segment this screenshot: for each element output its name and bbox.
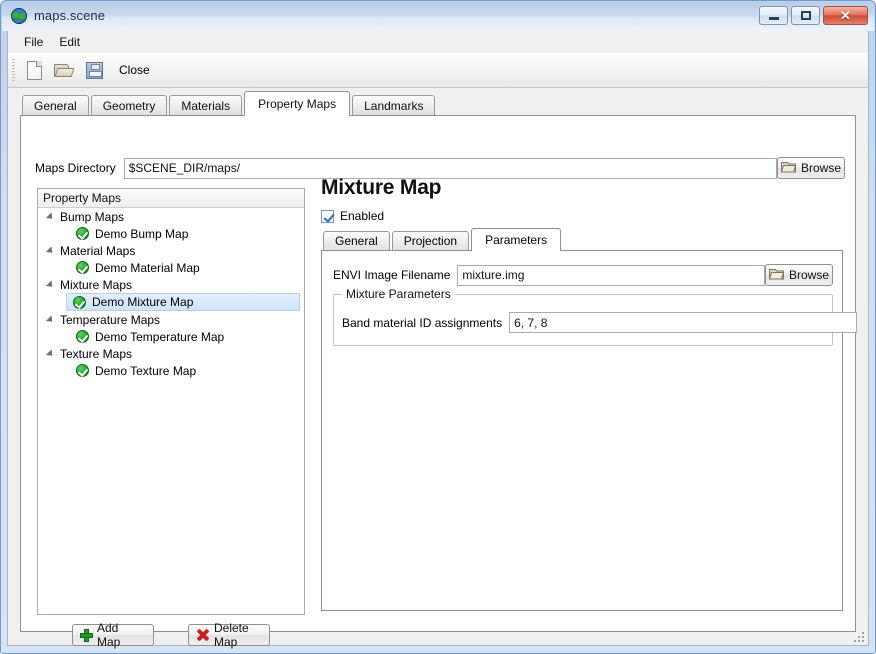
envi-filename-input[interactable] bbox=[457, 265, 765, 286]
enabled-checkbox[interactable] bbox=[321, 210, 334, 223]
open-folder-icon bbox=[769, 267, 784, 283]
tab-general[interactable]: General bbox=[22, 95, 89, 116]
tree-item-demo-bump-map[interactable]: Demo Bump Map bbox=[38, 225, 304, 242]
resize-grip[interactable] bbox=[852, 630, 864, 642]
window-title: maps.scene bbox=[34, 8, 105, 23]
chevron-expanded-icon[interactable] bbox=[46, 246, 55, 255]
chevron-expanded-icon[interactable] bbox=[46, 212, 55, 221]
browse-label: Browse bbox=[801, 161, 841, 175]
close-icon: ✕ bbox=[840, 9, 851, 22]
tree-group-mixture-maps[interactable]: Mixture Maps bbox=[38, 276, 304, 293]
tree-group-bump-maps[interactable]: Bump Maps bbox=[38, 208, 304, 225]
tree-group-texture-maps[interactable]: Texture Maps bbox=[38, 345, 304, 362]
tab-materials[interactable]: Materials bbox=[169, 95, 242, 116]
client-area: File Edit Close General Geom bbox=[7, 31, 869, 646]
enabled-label: Enabled bbox=[340, 209, 384, 223]
open-folder-icon bbox=[54, 62, 74, 78]
tree-label: Demo Mixture Map bbox=[92, 295, 193, 309]
tree-buttons: Add Map Delete Map bbox=[37, 624, 305, 646]
tab-geometry[interactable]: Geometry bbox=[91, 95, 168, 116]
open-file-button[interactable] bbox=[49, 56, 79, 84]
tree-label: Demo Material Map bbox=[95, 261, 200, 275]
map-detail-pane: Mixture Map Enabled General Projection P… bbox=[321, 176, 843, 651]
maps-directory-label: Maps Directory bbox=[35, 161, 116, 175]
close-action-label[interactable]: Close bbox=[119, 63, 150, 77]
maximize-button[interactable] bbox=[791, 6, 820, 25]
tree-header: Property Maps bbox=[38, 189, 304, 208]
save-file-button[interactable] bbox=[79, 56, 109, 84]
delete-map-button[interactable]: Delete Map bbox=[188, 624, 270, 646]
tab-property-maps[interactable]: Property Maps bbox=[244, 91, 350, 116]
minimize-icon bbox=[769, 17, 779, 20]
detail-tab-projection[interactable]: Projection bbox=[392, 231, 469, 251]
globe-icon bbox=[10, 7, 28, 25]
check-circle-icon bbox=[76, 364, 89, 377]
window-controls: ✕ bbox=[759, 6, 868, 25]
property-maps-panel: Maps Directory Browse Property Maps bbox=[20, 115, 856, 632]
toolbar-grip[interactable] bbox=[12, 59, 15, 81]
tree-item-demo-texture-map[interactable]: Demo Texture Map bbox=[38, 362, 304, 379]
delete-map-label: Delete Map bbox=[214, 621, 261, 649]
page-title: Mixture Map bbox=[321, 176, 843, 200]
application-window: maps.scene ✕ File Edit bbox=[0, 0, 876, 654]
detail-tabstrip: General Projection Parameters bbox=[323, 229, 563, 251]
tab-landmarks[interactable]: Landmarks bbox=[352, 95, 435, 116]
envi-filename-label: ENVI Image Filename bbox=[333, 268, 450, 282]
tree-group-material-maps[interactable]: Material Maps bbox=[38, 242, 304, 259]
envi-filename-row: ENVI Image Filename Browse bbox=[333, 264, 833, 286]
parameters-panel: ENVI Image Filename Browse bbox=[321, 250, 843, 611]
tree-label: Material Maps bbox=[60, 244, 135, 258]
chevron-expanded-icon[interactable] bbox=[46, 280, 55, 289]
plus-icon bbox=[81, 630, 92, 641]
chevron-expanded-icon[interactable] bbox=[46, 315, 55, 324]
open-folder-icon bbox=[781, 160, 796, 176]
property-maps-tree[interactable]: Property Maps Bump Maps Demo Bump Map Ma… bbox=[37, 188, 305, 615]
detail-tab-parameters[interactable]: Parameters bbox=[471, 228, 561, 251]
tree-item-demo-temperature-map[interactable]: Demo Temperature Map bbox=[38, 328, 304, 345]
close-button[interactable]: ✕ bbox=[823, 6, 868, 25]
minimize-button[interactable] bbox=[759, 6, 788, 25]
tree-item-demo-material-map[interactable]: Demo Material Map bbox=[38, 259, 304, 276]
tree-label: Demo Temperature Map bbox=[95, 330, 224, 344]
menu-edit[interactable]: Edit bbox=[51, 32, 88, 52]
envi-filename-browse-button[interactable]: Browse bbox=[765, 264, 833, 286]
title-bar: maps.scene ✕ bbox=[2, 2, 874, 31]
mixture-parameters-group: Mixture Parameters Band material ID assi… bbox=[333, 294, 833, 346]
menu-bar: File Edit bbox=[8, 31, 868, 53]
tree-label: Demo Bump Map bbox=[95, 227, 188, 241]
x-mark-icon bbox=[197, 629, 209, 641]
check-circle-icon bbox=[76, 261, 89, 274]
tree-label: Texture Maps bbox=[60, 347, 132, 361]
tree-label: Demo Texture Map bbox=[95, 364, 196, 378]
tree-body: Bump Maps Demo Bump Map Material Maps De… bbox=[38, 208, 304, 614]
toolbar: Close bbox=[8, 53, 868, 88]
maximize-icon bbox=[801, 11, 811, 20]
add-map-button[interactable]: Add Map bbox=[72, 624, 154, 646]
band-assignments-row: Band material ID assignments bbox=[342, 312, 857, 333]
save-floppy-icon bbox=[86, 62, 103, 79]
band-assignments-input[interactable] bbox=[509, 312, 857, 333]
tree-group-temperature-maps[interactable]: Temperature Maps bbox=[38, 311, 304, 328]
add-map-label: Add Map bbox=[97, 621, 145, 649]
mixture-parameters-legend: Mixture Parameters bbox=[342, 287, 455, 301]
check-circle-icon bbox=[73, 296, 86, 309]
menu-file[interactable]: File bbox=[16, 32, 51, 52]
tree-label: Mixture Maps bbox=[60, 278, 132, 292]
main-tabstrip: General Geometry Materials Property Maps… bbox=[22, 93, 437, 116]
check-circle-icon bbox=[76, 330, 89, 343]
detail-tab-general[interactable]: General bbox=[323, 231, 390, 251]
browse-label: Browse bbox=[789, 268, 829, 282]
new-file-icon bbox=[27, 61, 42, 80]
chevron-expanded-icon[interactable] bbox=[46, 349, 55, 358]
tree-label: Temperature Maps bbox=[60, 313, 160, 327]
new-file-button[interactable] bbox=[19, 56, 49, 84]
tree-item-demo-mixture-map[interactable]: Demo Mixture Map bbox=[66, 293, 300, 311]
enabled-row[interactable]: Enabled bbox=[321, 209, 843, 223]
check-circle-icon bbox=[76, 227, 89, 240]
band-assignments-label: Band material ID assignments bbox=[342, 316, 502, 330]
tree-label: Bump Maps bbox=[60, 210, 124, 224]
